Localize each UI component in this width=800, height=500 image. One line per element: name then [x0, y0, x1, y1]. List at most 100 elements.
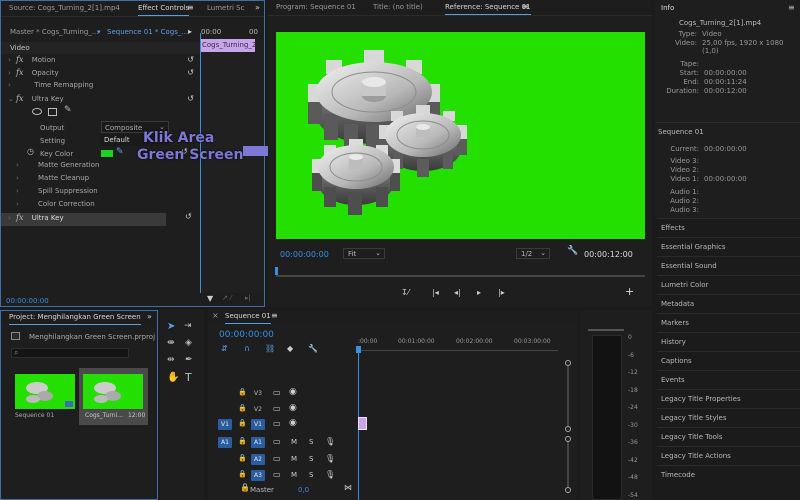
audio-scroll-handle-bottom[interactable]	[565, 487, 571, 493]
lock-icon[interactable]: 🔒	[238, 388, 247, 396]
step-forward-icon[interactable]: |▸	[498, 288, 505, 297]
snap-icon[interactable]: ▸|	[245, 294, 251, 302]
fx-icon[interactable]: fx	[16, 68, 23, 77]
timeline-timecode[interactable]: 00:00:00:00	[219, 330, 274, 340]
monitor-playhead[interactable]	[275, 267, 278, 275]
tab-sequence-01[interactable]: Sequence 01	[225, 312, 271, 324]
track-target-toggle[interactable]: V1	[251, 419, 265, 430]
subgroup-spill-suppression[interactable]: › Spill Suppression	[1, 187, 200, 200]
side-panel-item[interactable]: Captions	[657, 351, 800, 369]
overflow-icon[interactable]: »	[255, 3, 260, 12]
panel-menu-icon[interactable]: ≡	[271, 311, 278, 320]
zoom-fit-dropdown[interactable]: Fit ⌄	[343, 248, 385, 259]
filter-icon[interactable]: ▼	[207, 294, 213, 303]
reset-icon[interactable]: ↺	[185, 212, 192, 221]
monitor-playhead-timecode[interactable]: 00:00:00:00	[280, 250, 329, 259]
chevron-right-icon[interactable]: ›	[8, 214, 16, 222]
sequence-clip-label[interactable]: Sequence 01 * Cogs_...	[107, 28, 188, 36]
slip-tool-icon[interactable]: ⇹	[167, 355, 175, 365]
type-tool-icon[interactable]: T	[185, 371, 192, 384]
sync-lock-icon[interactable]: ▭	[273, 404, 281, 413]
track-select-tool-icon[interactable]: ⇥	[184, 321, 192, 331]
lock-icon[interactable]: 🔒	[238, 419, 247, 427]
sync-lock-icon[interactable]: ▭	[273, 388, 281, 397]
vertical-scrollbar[interactable]	[567, 366, 569, 426]
track-target-toggle[interactable]: V3	[251, 388, 265, 399]
pen-tool-icon[interactable]: ✒	[185, 355, 193, 365]
ripple-edit-tool-icon[interactable]: ⇼	[167, 338, 175, 348]
side-panel-item[interactable]: History	[657, 332, 800, 350]
microphone-icon[interactable]: 🎙	[325, 454, 335, 463]
side-panel-item[interactable]: Essential Graphics	[657, 237, 800, 255]
side-panel-item[interactable]: Legacy Title Properties	[657, 389, 800, 407]
master-clip-label[interactable]: Master * Cogs_Turning_...	[10, 28, 98, 36]
subgroup-matte-cleanup[interactable]: › Matte Cleanup	[1, 174, 200, 187]
chevron-right-icon[interactable]: ›	[8, 56, 16, 64]
project-search-input[interactable]: ⌕	[11, 348, 129, 358]
scrollbar-handle-bottom[interactable]	[565, 426, 571, 432]
wrench-icon[interactable]: 🔧	[567, 246, 578, 256]
monitor-scrubber[interactable]	[276, 275, 645, 277]
rectangle-mask-icon[interactable]	[48, 108, 57, 116]
solo-button[interactable]: S	[309, 455, 313, 463]
side-panel-item[interactable]: Legacy Title Actions	[657, 446, 800, 464]
add-marker-icon[interactable]: ◆	[287, 344, 293, 353]
sync-lock-icon[interactable]: ▭	[273, 454, 281, 463]
lock-icon[interactable]: 🔒	[238, 404, 247, 412]
wrench-icon[interactable]: 🔧	[308, 344, 318, 353]
snap-icon[interactable]: ∩	[244, 344, 250, 353]
resolution-dropdown[interactable]: 1/2 ⌄	[516, 248, 550, 259]
side-panel-item[interactable]: Events	[657, 370, 800, 388]
side-panel-item[interactable]: Legacy Title Styles	[657, 408, 800, 426]
tab-source[interactable]: Source: Cogs_Turning_2[1].mp4	[9, 4, 120, 12]
tab-project[interactable]: Project: Menghilangkan Green Screen	[9, 313, 141, 325]
side-panel-item[interactable]: Timecode	[657, 465, 800, 483]
microphone-icon[interactable]: 🎙	[325, 470, 335, 479]
lock-icon[interactable]: 🔒	[238, 470, 247, 478]
side-panel-item[interactable]: Legacy Title Tools	[657, 427, 800, 445]
chevron-right-icon[interactable]: ›	[16, 174, 24, 182]
sync-lock-icon[interactable]: ▭	[273, 419, 281, 428]
track-target-toggle[interactable]: V2	[251, 404, 265, 415]
key-color-swatch[interactable]	[101, 150, 113, 157]
project-item-sequence-thumbnail[interactable]	[15, 374, 75, 409]
chevron-right-icon[interactable]: ›	[16, 187, 24, 195]
project-item-label[interactable]: Sequence 01	[15, 412, 54, 419]
reset-icon[interactable]: ↺	[187, 94, 194, 103]
track-target-toggle[interactable]: A3	[251, 470, 265, 481]
effect-row-ultra-key-selected[interactable]: › fx Ultra Key	[1, 213, 166, 226]
hand-tool-icon[interactable]: ✋	[167, 372, 179, 383]
panel-menu-icon[interactable]: ≡	[522, 2, 529, 11]
side-panel-item[interactable]: Effects	[657, 218, 800, 236]
fx-icon[interactable]: fx	[16, 55, 23, 64]
mark-in-out-icon[interactable]: ↧⁄	[401, 288, 409, 297]
lock-icon[interactable]: 🔒	[238, 454, 247, 462]
tab-lumetri-scopes[interactable]: Lumetri Sc	[207, 4, 244, 12]
stopwatch-icon[interactable]: ◷	[27, 147, 34, 156]
audio-vertical-scrollbar[interactable]	[567, 442, 569, 487]
nest-icon[interactable]: ⇵	[221, 344, 228, 353]
effect-controls-timecode[interactable]: 00:00:00:00	[6, 297, 49, 305]
sync-lock-icon[interactable]: ▭	[273, 437, 281, 446]
chevron-right-icon[interactable]: ›	[16, 200, 24, 208]
play-only-icon[interactable]: ▸	[188, 27, 192, 36]
selection-tool-icon[interactable]: ➤	[167, 321, 175, 332]
tab-program[interactable]: Program: Sequence 01	[276, 3, 356, 11]
source-patch-v1[interactable]: V1	[218, 419, 232, 430]
chevron-right-icon[interactable]: ›	[8, 81, 16, 89]
subgroup-color-correction[interactable]: › Color Correction	[1, 200, 200, 213]
linked-selection-icon[interactable]: ⛓	[265, 344, 275, 353]
play-icon[interactable]: ▸	[477, 288, 481, 297]
solo-button[interactable]: S	[309, 471, 313, 479]
solo-button[interactable]: S	[309, 438, 313, 446]
timeline-video-clip[interactable]	[358, 417, 367, 430]
side-panel-item[interactable]: Metadata	[657, 294, 800, 312]
step-back-icon[interactable]: ◂|	[454, 288, 461, 297]
master-value[interactable]: 0,0	[298, 486, 309, 494]
effect-row-motion[interactable]: › fx Motion ↺	[1, 55, 200, 68]
project-item-label[interactable]: Cogs_Turni...	[85, 412, 123, 419]
panel-menu-icon[interactable]: ≡	[788, 3, 795, 12]
tab-effect-controls[interactable]: Effect Controls	[138, 4, 190, 16]
go-to-in-icon[interactable]: |◂	[432, 288, 439, 297]
chevron-down-icon[interactable]: ⌄	[8, 95, 16, 103]
